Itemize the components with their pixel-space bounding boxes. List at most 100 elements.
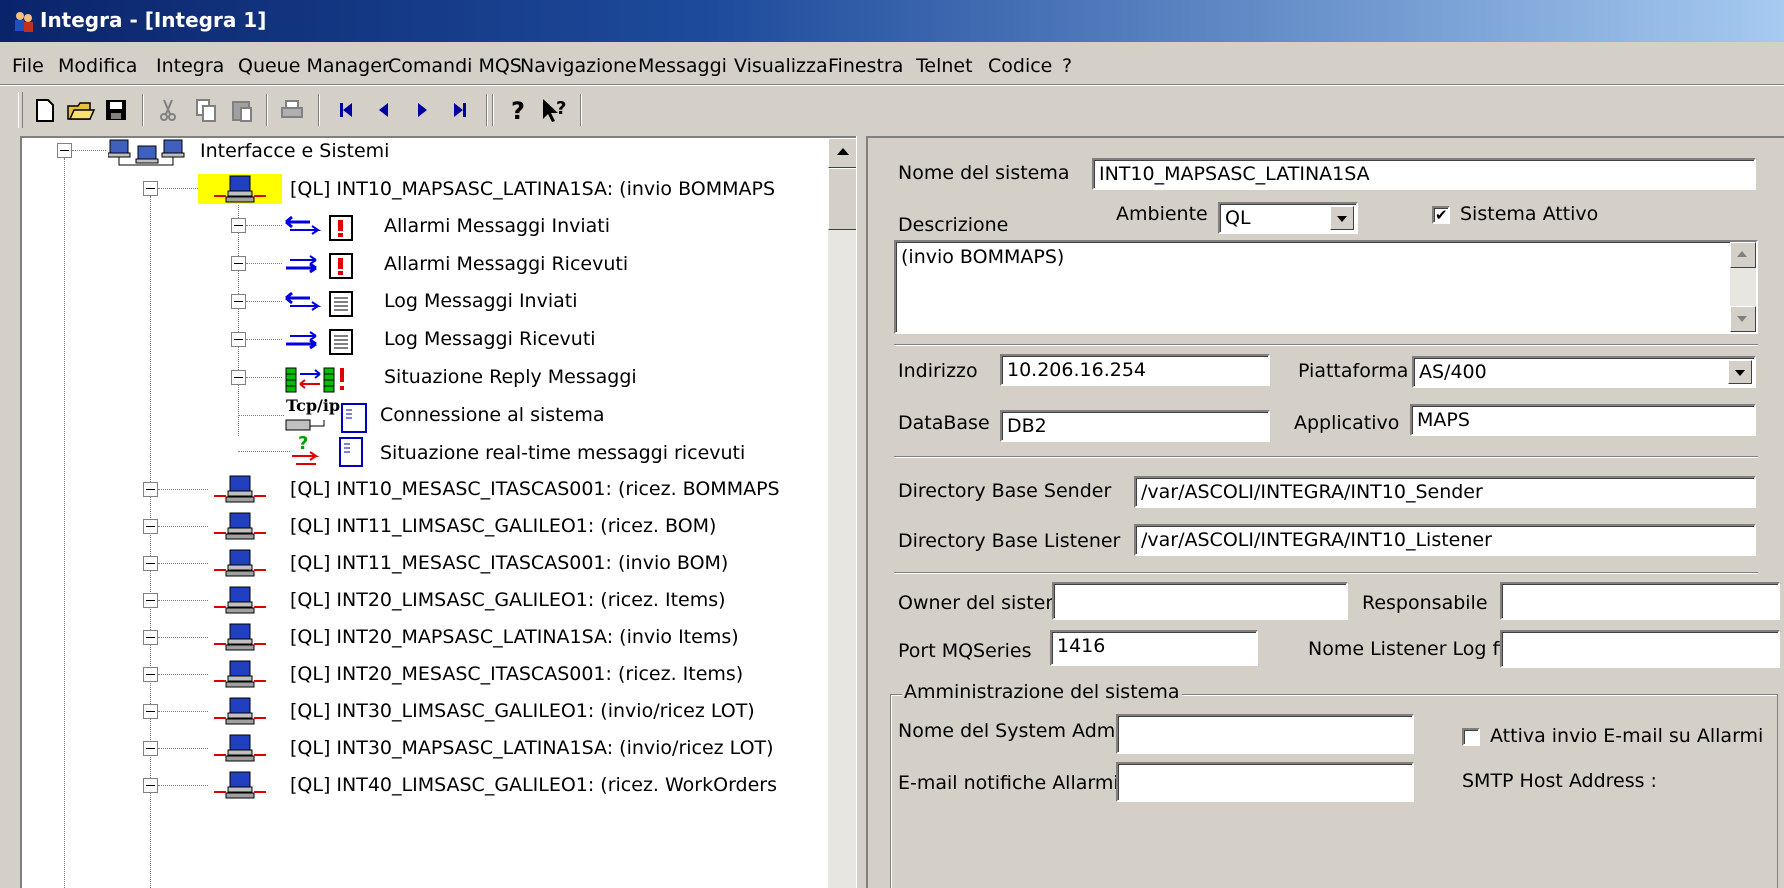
context-help-icon[interactable]: ?: [538, 94, 570, 126]
tree-expand-toggle[interactable]: [143, 630, 158, 645]
listener-log-field[interactable]: [1500, 630, 1780, 668]
chevron-down-icon[interactable]: [1330, 206, 1354, 230]
toolbar-grip[interactable]: [18, 92, 23, 128]
system-computer-icon[interactable]: [212, 733, 268, 763]
tree-vertical-scrollbar[interactable]: [828, 138, 858, 888]
tree-child-label[interactable]: Allarmi Messaggi Inviati: [384, 215, 610, 237]
help-icon[interactable]: ?: [502, 94, 534, 126]
tree-expand-toggle[interactable]: [231, 294, 246, 309]
address-field[interactable]: 10.206.16.254: [1000, 354, 1270, 386]
platform-select[interactable]: AS/400: [1412, 356, 1756, 388]
tree-expand-toggle[interactable]: [143, 519, 158, 534]
menu-file[interactable]: File: [12, 55, 44, 77]
save-icon[interactable]: [100, 94, 132, 126]
description-textarea[interactable]: (invio BOMMAPS): [894, 240, 1758, 334]
tree-system-label[interactable]: [QL] INT30_LIMSASC_GALILEO1: (invio/rice…: [290, 700, 755, 722]
tree-system-label[interactable]: [QL] INT10_MESASC_ITASCAS001: (ricez. BO…: [290, 478, 780, 500]
tree-expand-toggle[interactable]: [143, 482, 158, 497]
tree-line: [238, 451, 290, 452]
tree-expand-toggle[interactable]: [231, 332, 246, 347]
tree-system-label[interactable]: [QL] INT20_LIMSASC_GALILEO1: (ricez. Ite…: [290, 589, 726, 611]
menu-help[interactable]: ?: [1062, 55, 1072, 77]
tree-system-label[interactable]: [QL] INT20_MESASC_ITASCAS001: (ricez. It…: [290, 663, 743, 685]
sysadmin-field[interactable]: [1116, 714, 1414, 754]
system-name-field[interactable]: INT10_MAPSASC_LATINA1SA: [1092, 158, 1756, 190]
port-field[interactable]: 1416: [1050, 630, 1258, 666]
menu-modifica[interactable]: Modifica: [58, 55, 137, 77]
open-icon[interactable]: [64, 94, 96, 126]
platform-label: Piattaforma: [1298, 360, 1409, 382]
tree-expand-toggle[interactable]: [143, 556, 158, 571]
application-field[interactable]: MAPS: [1410, 404, 1756, 436]
paste-icon[interactable]: [226, 94, 258, 126]
tree-system-label[interactable]: [QL] INT40_LIMSASC_GALILEO1: (ricez. Wor…: [290, 774, 777, 796]
tree-child-label[interactable]: Connessione al sistema: [380, 404, 604, 426]
print-icon[interactable]: [276, 94, 308, 126]
owner-field[interactable]: [1052, 582, 1348, 620]
description-scrollbar[interactable]: [1730, 242, 1756, 332]
prev-icon[interactable]: [368, 94, 400, 126]
system-computer-icon[interactable]: [212, 548, 268, 578]
menu-messaggi[interactable]: Messaggi: [638, 55, 727, 77]
menu-codice[interactable]: Codice: [988, 55, 1052, 77]
tree-expand-toggle[interactable]: [231, 256, 246, 271]
dir-sender-field[interactable]: /var/ASCOLI/INTEGRA/INT10_Sender: [1134, 476, 1756, 508]
sistema-attivo-checkbox[interactable]: ✔: [1432, 206, 1450, 224]
system-tree[interactable]: Interfacce e Sistemi [QL] INT10_MAPSASC_…: [20, 136, 858, 888]
last-icon[interactable]: [444, 94, 476, 126]
database-field[interactable]: DB2: [1000, 410, 1270, 442]
tree-expand-toggle[interactable]: [143, 778, 158, 793]
tree-system-label[interactable]: [QL] INT11_LIMSASC_GALILEO1: (ricez. BOM…: [290, 515, 716, 537]
responsabile-field[interactable]: [1500, 582, 1780, 620]
description-label: Descrizione: [898, 214, 1009, 236]
tree-expand-toggle[interactable]: [143, 741, 158, 756]
title-bar[interactable]: Integra - [Integra 1]: [0, 0, 1784, 42]
menu-visualizza[interactable]: Visualizza: [734, 55, 828, 77]
menu-queue-manager[interactable]: Queue Manager: [238, 55, 390, 77]
system-computer-icon[interactable]: [212, 585, 268, 615]
system-computer-icon[interactable]: [212, 659, 268, 689]
tree-system-label[interactable]: [QL] INT11_MESASC_ITASCAS001: (invio BOM…: [290, 552, 728, 574]
tree-expand-toggle[interactable]: [231, 218, 246, 233]
tree-root-label[interactable]: Interfacce e Sistemi: [200, 140, 389, 162]
tree-expand-toggle[interactable]: [143, 704, 158, 719]
scroll-up-button[interactable]: [828, 138, 858, 168]
environment-select[interactable]: QL: [1218, 202, 1358, 234]
tree-child-label[interactable]: Allarmi Messaggi Ricevuti: [384, 253, 628, 275]
chevron-down-icon[interactable]: [1728, 360, 1752, 384]
system-computer-icon[interactable]: [212, 696, 268, 726]
menu-finestra[interactable]: Finestra: [828, 55, 903, 77]
dir-listener-field[interactable]: /var/ASCOLI/INTEGRA/INT10_Listener: [1134, 524, 1756, 556]
tree-expand-toggle[interactable]: [231, 370, 246, 385]
system-computer-icon[interactable]: [212, 622, 268, 652]
cut-icon[interactable]: [152, 94, 184, 126]
system-computer-icon[interactable]: [212, 511, 268, 541]
tree-system-label[interactable]: [QL] INT20_MAPSASC_LATINA1SA: (invio Ite…: [290, 626, 739, 648]
tree-system-label[interactable]: [QL] INT30_MAPSASC_LATINA1SA: (invio/ric…: [290, 737, 774, 759]
first-icon[interactable]: [330, 94, 362, 126]
tree-child-label[interactable]: Situazione Reply Messaggi: [384, 366, 637, 388]
menu-telnet[interactable]: Telnet: [916, 55, 973, 77]
tree-child-label[interactable]: Situazione real-time messaggi ricevuti: [380, 442, 745, 464]
system-computer-icon[interactable]: [212, 174, 268, 204]
tree-expand-toggle[interactable]: [143, 593, 158, 608]
tree-collapse-toggle[interactable]: [143, 181, 158, 196]
system-computer-icon[interactable]: [212, 770, 268, 800]
copy-icon[interactable]: [190, 94, 222, 126]
scroll-thumb[interactable]: [828, 168, 858, 230]
tree-child-label[interactable]: Log Messaggi Inviati: [384, 290, 577, 312]
new-icon[interactable]: [28, 94, 60, 126]
tree-system-label-selected[interactable]: [QL] INT10_MAPSASC_LATINA1SA: (invio BOM…: [290, 178, 775, 200]
tree-child-label[interactable]: Log Messaggi Ricevuti: [384, 328, 596, 350]
scroll-up-button[interactable]: [1730, 242, 1756, 268]
menu-comandi-mqs[interactable]: Comandi MQS: [388, 55, 522, 77]
system-computer-icon[interactable]: [212, 474, 268, 504]
tree-collapse-toggle[interactable]: [57, 143, 72, 158]
next-icon[interactable]: [406, 94, 438, 126]
menu-integra[interactable]: Integra: [156, 55, 224, 77]
tree-expand-toggle[interactable]: [143, 667, 158, 682]
menu-navigazione[interactable]: Navigazione: [520, 55, 637, 77]
email-notifiche-field[interactable]: [1116, 762, 1414, 802]
email-alarm-checkbox[interactable]: [1462, 728, 1480, 746]
scroll-down-button[interactable]: [1730, 306, 1756, 332]
